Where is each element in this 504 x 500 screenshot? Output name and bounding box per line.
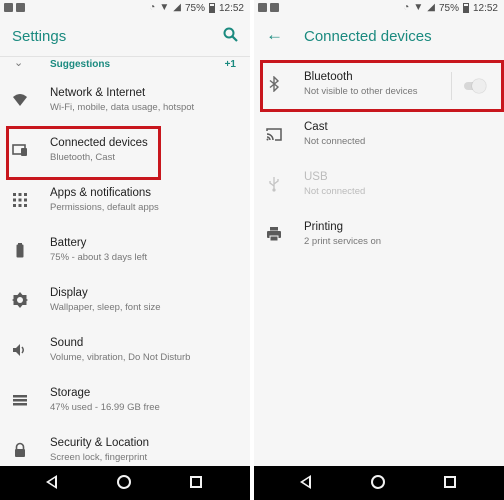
settings-screen: ◔ ▼ ◢ 75% 12:52 Settings ⌄ Suggestions +… (0, 0, 250, 500)
settings-item-storage[interactable]: Storage 47% used - 16.99 GB free (0, 378, 250, 428)
back-icon[interactable] (46, 475, 57, 489)
suggestions-header[interactable]: ⌄ Suggestions +1 (0, 56, 250, 72)
item-subtitle: Wi-Fi, mobile, data usage, hotspot (50, 102, 195, 113)
wifi-status-icon: ▼ (159, 2, 170, 13)
wifi-icon (12, 92, 28, 108)
item-title: Security & Location (50, 437, 150, 449)
item-subtitle: Wallpaper, sleep, font size (50, 302, 161, 313)
device-item-usb: USB Not connected (254, 162, 504, 212)
highlight-box (260, 60, 504, 112)
item-subtitle: Volume, vibration, Do Not Disturb (50, 352, 191, 363)
battery-percent: 75% (184, 2, 205, 14)
suggestions-label: Suggestions (50, 59, 111, 70)
lock-icon (12, 442, 28, 458)
settings-item-display[interactable]: Display Wallpaper, sleep, font size (0, 278, 250, 328)
status-bar: ◔ ▼ ◢ 75% 12:52 (254, 0, 504, 18)
battery-percent: 75% (438, 2, 459, 14)
item-subtitle: Permissions, default apps (50, 202, 159, 213)
usb-icon (266, 176, 282, 192)
clock: 12:52 (472, 2, 498, 14)
notification-icon (16, 3, 25, 12)
signal-icon: ◢ (427, 2, 435, 13)
device-item-cast[interactable]: Cast Not connected (254, 112, 504, 162)
battery-icon (12, 242, 28, 258)
recents-icon[interactable] (444, 476, 456, 488)
volume-icon (12, 342, 28, 358)
notification-icon (4, 3, 13, 12)
storage-icon (12, 392, 28, 408)
device-item-printing[interactable]: Printing 2 print services on (254, 212, 504, 262)
data-saver-icon: ◔ (149, 2, 156, 13)
cast-icon (266, 126, 282, 142)
back-icon[interactable] (300, 475, 311, 489)
item-title: Battery (50, 237, 87, 249)
settings-item-sound[interactable]: Sound Volume, vibration, Do Not Disturb (0, 328, 250, 378)
item-title: Sound (50, 337, 84, 349)
item-subtitle: 75% - about 3 days left (50, 252, 148, 263)
print-icon (266, 226, 282, 242)
navigation-bar (0, 466, 250, 500)
status-bar: ◔ ▼ ◢ 75% 12:52 (0, 0, 250, 18)
item-title: Network & Internet (50, 87, 146, 99)
page-title: Connected devices (304, 28, 432, 45)
battery-status-icon (462, 3, 469, 13)
item-subtitle: Not connected (304, 136, 366, 147)
settings-item-battery[interactable]: Battery 75% - about 3 days left (0, 228, 250, 278)
wifi-status-icon: ▼ (413, 2, 424, 13)
recents-icon[interactable] (190, 476, 202, 488)
navigation-bar (254, 466, 504, 500)
settings-item-network[interactable]: Network & Internet Wi-Fi, mobile, data u… (0, 78, 250, 128)
search-icon[interactable] (222, 26, 240, 44)
page-title: Settings (12, 28, 67, 45)
app-bar: ← Connected devices (254, 18, 504, 56)
signal-icon: ◢ (173, 2, 181, 13)
settings-item-apps[interactable]: Apps & notifications Permissions, defaul… (0, 178, 250, 228)
home-icon[interactable] (371, 475, 385, 489)
item-subtitle: Not connected (304, 186, 366, 197)
back-arrow-icon[interactable]: ← (266, 25, 283, 45)
item-title: Storage (50, 387, 91, 399)
brightness-icon (12, 292, 28, 308)
data-saver-icon: ◔ (403, 2, 410, 13)
item-subtitle: Screen lock, fingerprint (50, 452, 148, 463)
apps-grid-icon (12, 192, 28, 208)
home-icon[interactable] (117, 475, 131, 489)
connected-devices-screen: ◔ ▼ ◢ 75% 12:52 ← Connected devices Blue… (254, 0, 504, 500)
highlight-box (6, 126, 161, 180)
app-bar: Settings (0, 18, 250, 56)
item-title: USB (304, 171, 328, 183)
item-title: Cast (304, 121, 328, 133)
item-title: Display (50, 287, 88, 299)
notification-icon (258, 3, 267, 12)
item-subtitle: 2 print services on (304, 236, 382, 247)
clock: 12:52 (218, 2, 244, 14)
notification-icon (270, 3, 279, 12)
item-subtitle: 47% used - 16.99 GB free (50, 402, 160, 413)
item-title: Apps & notifications (50, 187, 152, 199)
battery-status-icon (208, 3, 215, 13)
item-title: Printing (304, 221, 343, 233)
chevron-down-icon: ⌄ (14, 57, 24, 69)
suggestions-count: +1 (224, 59, 236, 70)
